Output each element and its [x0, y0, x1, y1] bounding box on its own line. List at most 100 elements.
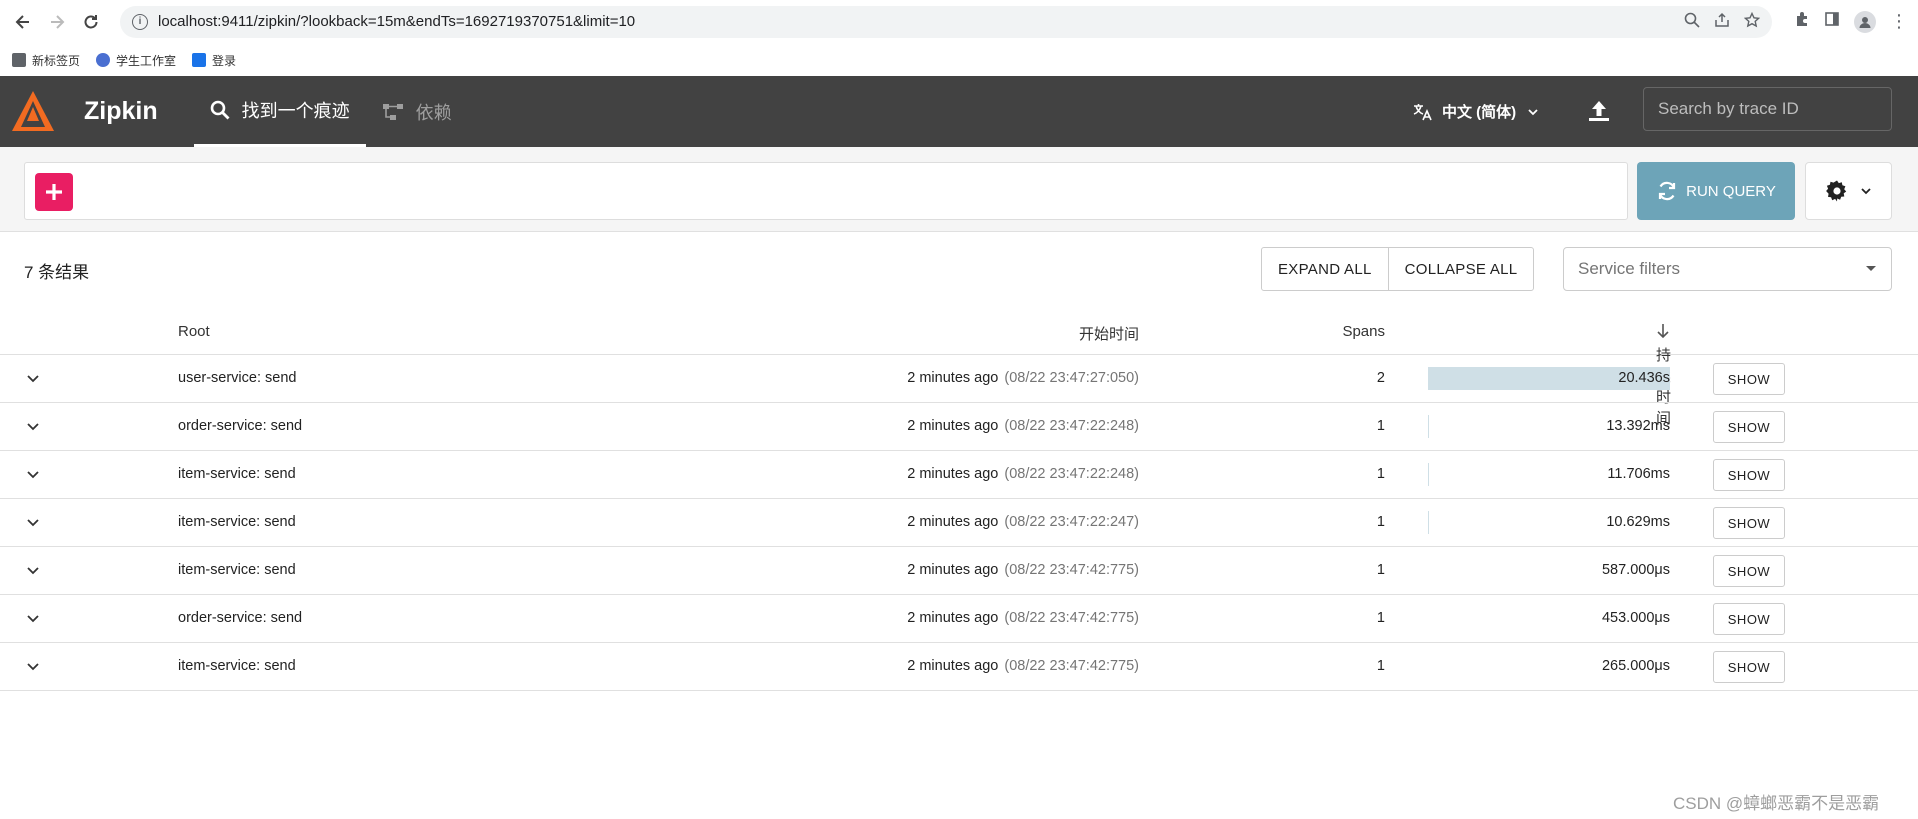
translate-icon: [1413, 103, 1432, 120]
expand-chevron-icon[interactable]: [24, 465, 42, 483]
start-timestamp: (08/22 23:47:22:248): [1004, 418, 1139, 434]
root-span-name: item-service: send: [178, 658, 296, 674]
show-trace-button[interactable]: SHOW: [1713, 651, 1785, 683]
results-count: 7 条结果: [24, 263, 90, 282]
start-timestamp: (08/22 23:47:42:775): [1004, 610, 1139, 626]
expand-chevron-icon[interactable]: [24, 369, 42, 387]
start-relative: 2 minutes ago: [907, 370, 999, 386]
column-root[interactable]: Root: [178, 323, 210, 340]
info-icon[interactable]: i: [132, 13, 148, 30]
duration-value: 587.000μs: [1601, 562, 1670, 578]
show-trace-button[interactable]: SHOW: [1713, 411, 1785, 443]
app-brand[interactable]: Zipkin: [84, 97, 158, 126]
collapse-all-button[interactable]: COLLAPSE ALL: [1387, 248, 1534, 290]
column-start-time[interactable]: 开始时间: [1079, 323, 1139, 344]
span-count: 1: [1376, 658, 1385, 674]
bookmark-studio-icon: [96, 53, 111, 67]
bookmark-item[interactable]: 新标签页: [12, 52, 80, 69]
span-count: 1: [1376, 610, 1385, 626]
settings-button[interactable]: [1805, 162, 1892, 220]
span-count: 1: [1376, 466, 1385, 482]
show-trace-button[interactable]: SHOW: [1713, 603, 1785, 635]
start-timestamp: (08/22 23:47:27:050): [1004, 370, 1139, 386]
search-icon: [210, 100, 230, 120]
span-count: 2: [1376, 370, 1385, 386]
start-relative: 2 minutes ago: [907, 658, 999, 674]
start-timestamp: (08/22 23:47:22:247): [1004, 514, 1139, 530]
bookmark-login-icon: [192, 53, 207, 67]
column-duration[interactable]: 持续时间: [1656, 323, 1671, 427]
start-relative: 2 minutes ago: [907, 418, 999, 434]
expand-chevron-icon[interactable]: [24, 561, 42, 579]
menu-icon[interactable]: ⋮: [1890, 11, 1908, 32]
forward-icon[interactable]: [44, 9, 70, 35]
back-icon[interactable]: [10, 9, 36, 35]
duration-value: 13.392ms: [1606, 418, 1670, 434]
start-time: 2 minutes ago (08/22 23:47:42:775): [907, 658, 1139, 674]
table-row[interactable]: user-service: send 2 minutes ago (08/22 2…: [0, 355, 1918, 403]
bookmark-label: 新标签页: [32, 53, 81, 68]
table-row[interactable]: item-service: send 2 minutes ago (08/22 2…: [0, 499, 1918, 547]
table-row[interactable]: item-service: send 2 minutes ago (08/22 2…: [0, 643, 1918, 691]
expand-chevron-icon[interactable]: [24, 657, 42, 675]
profile-icon[interactable]: [1854, 10, 1876, 33]
query-criteria-box[interactable]: [24, 162, 1628, 220]
tab-dependencies[interactable]: 依赖: [366, 76, 468, 147]
tab-find-trace[interactable]: 找到一个痕迹: [193, 76, 366, 147]
start-timestamp: (08/22 23:47:22:248): [1004, 466, 1139, 482]
table-body: user-service: send 2 minutes ago (08/22 2…: [0, 355, 1918, 691]
language-label: 中文 (简体): [1442, 104, 1517, 121]
root-span-name: item-service: send: [178, 562, 296, 578]
table-row[interactable]: order-service: send 2 minutes ago (08/22 …: [0, 595, 1918, 643]
run-query-button[interactable]: RUN QUERY: [1637, 162, 1795, 220]
reload-icon[interactable]: [78, 9, 104, 35]
bookmark-item[interactable]: 学生工作室: [96, 52, 176, 69]
show-trace-button[interactable]: SHOW: [1713, 363, 1785, 395]
add-criteria-button[interactable]: [35, 173, 73, 211]
show-trace-button[interactable]: SHOW: [1713, 507, 1785, 539]
start-relative: 2 minutes ago: [907, 562, 999, 578]
zipkin-logo[interactable]: [8, 87, 58, 137]
address-bar[interactable]: i localhost:9411/zipkin/?lookback=15m&en…: [120, 5, 1772, 38]
chevron-down-icon: [1860, 188, 1871, 195]
table-row[interactable]: order-service: send 2 minutes ago (08/22 …: [0, 403, 1918, 451]
share-icon[interactable]: [1714, 12, 1730, 32]
service-filter-select[interactable]: Service filters: [1563, 247, 1892, 291]
duration-value: 11.706ms: [1607, 466, 1670, 482]
trace-id-search-input[interactable]: Search by trace ID: [1643, 87, 1892, 131]
duration-cell: 587.000μs: [1428, 559, 1670, 582]
span-count: 1: [1376, 562, 1385, 578]
column-spans[interactable]: Spans: [1342, 323, 1385, 340]
bookmark-item[interactable]: 登录: [192, 52, 236, 69]
expand-chevron-icon[interactable]: [24, 609, 42, 627]
bookmark-label: 登录: [212, 53, 237, 68]
table-row[interactable]: item-service: send 2 minutes ago (08/22 2…: [0, 547, 1918, 595]
root-span-name: order-service: send: [178, 418, 303, 434]
duration-value: 20.436s: [1618, 370, 1670, 386]
start-time: 2 minutes ago (08/22 23:47:42:775): [907, 562, 1139, 578]
language-selector[interactable]: 中文 (简体): [1412, 76, 1540, 147]
duration-value: 453.000μs: [1601, 610, 1670, 626]
table-row[interactable]: item-service: send 2 minutes ago (08/22 2…: [0, 451, 1918, 499]
duration-cell: 20.436s: [1428, 367, 1670, 390]
bookmark-star-icon[interactable]: [1743, 11, 1761, 32]
start-timestamp: (08/22 23:47:42:775): [1004, 562, 1139, 578]
span-count: 1: [1376, 418, 1385, 434]
run-query-label: RUN QUERY: [1686, 182, 1776, 200]
duration-cell: 13.392ms: [1428, 415, 1670, 438]
extensions-icon[interactable]: [1794, 11, 1810, 32]
expand-chevron-icon[interactable]: [24, 513, 42, 531]
plus-icon: [46, 184, 62, 200]
sort-descending-icon: [1657, 324, 1669, 339]
zoom-icon[interactable]: [1684, 12, 1700, 32]
tab-label: 依赖: [415, 102, 452, 123]
upload-icon[interactable]: [1586, 98, 1612, 129]
show-trace-button[interactable]: SHOW: [1713, 459, 1785, 491]
expand-all-button[interactable]: EXPAND ALL: [1262, 248, 1388, 290]
sidepanel-icon[interactable]: [1824, 11, 1840, 32]
show-trace-button[interactable]: SHOW: [1713, 555, 1785, 587]
results-toolbar: 7 条结果 EXPAND ALL COLLAPSE ALL Service fi…: [0, 232, 1918, 302]
expand-chevron-icon[interactable]: [24, 417, 42, 435]
app-header: Zipkin 找到一个痕迹 依赖 中文 (简体) Search by trace…: [0, 76, 1918, 147]
chevron-down-icon: [1528, 108, 1538, 115]
